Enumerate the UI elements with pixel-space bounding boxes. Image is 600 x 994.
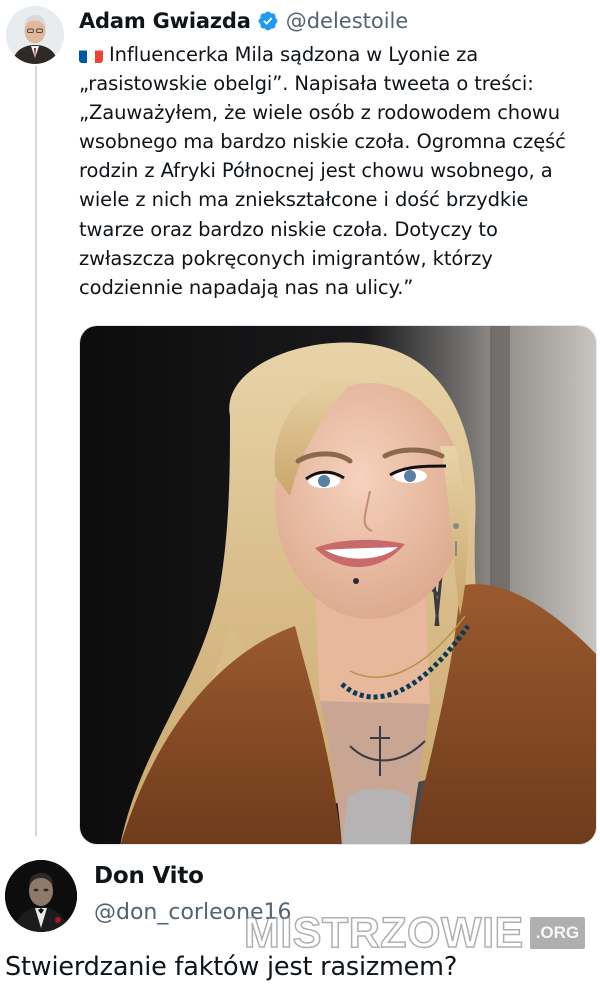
photo-of-woman-in-fur-coat-icon: [80, 326, 596, 844]
avatar-adam-gwiazda[interactable]: [6, 6, 64, 64]
reply-author-handle[interactable]: @don_corleone16: [94, 900, 292, 925]
tweet-line-1: Influencerka Mila sądzona w Lyonie za: [79, 40, 594, 69]
thread-connector-line: [35, 66, 37, 836]
france-flag-icon: [79, 46, 103, 63]
tweet-text-line: wsobnego ma bardzo niskie czoła. Ogromna…: [79, 130, 566, 154]
tweet-text-line: Influencerka Mila sądzona w Lyonie za: [109, 43, 479, 66]
tweet-text-line: zwłaszcza pokręconych imigrantów, którzy: [79, 246, 493, 270]
author-display-name[interactable]: Adam Gwiazda: [79, 9, 251, 33]
watermark-badge: .ORG: [529, 917, 586, 949]
tweet-photo[interactable]: [79, 325, 597, 845]
tweet-text-line: wiele z nich ma zniekształcone i dość br…: [79, 188, 529, 212]
avatar-portrait-icon: [5, 860, 77, 932]
author-handle[interactable]: @delestoile: [286, 9, 409, 33]
tweet-text-line: codziennie napadają nas na ulicy.”: [79, 275, 414, 299]
tweet-text-line: twarze oraz bardzo niskie czoła. Dotyczy…: [79, 217, 498, 241]
tweet-body: Influencerka Mila sądzona w Lyonie za „r…: [79, 40, 594, 302]
avatar-don-vito[interactable]: [5, 860, 77, 932]
verified-badge-icon: [257, 10, 279, 32]
tweet-header: Adam Gwiazda @delestoile: [79, 6, 408, 36]
reply-author-display-name[interactable]: Don Vito: [94, 863, 204, 889]
avatar-portrait-icon: [6, 6, 64, 64]
tweet-text-line: „rasistowskie obelgi”. Napisała tweeta o…: [79, 72, 534, 96]
tweet-text-line: rodzin z Afryki Północnej jest chowu wso…: [79, 159, 553, 183]
reply-body-text: Stwierdzanie faktów jest rasizmem?: [5, 952, 458, 982]
tweet-text-line: „Zauważyłem, że wiele osób z rodowodem c…: [79, 101, 561, 125]
